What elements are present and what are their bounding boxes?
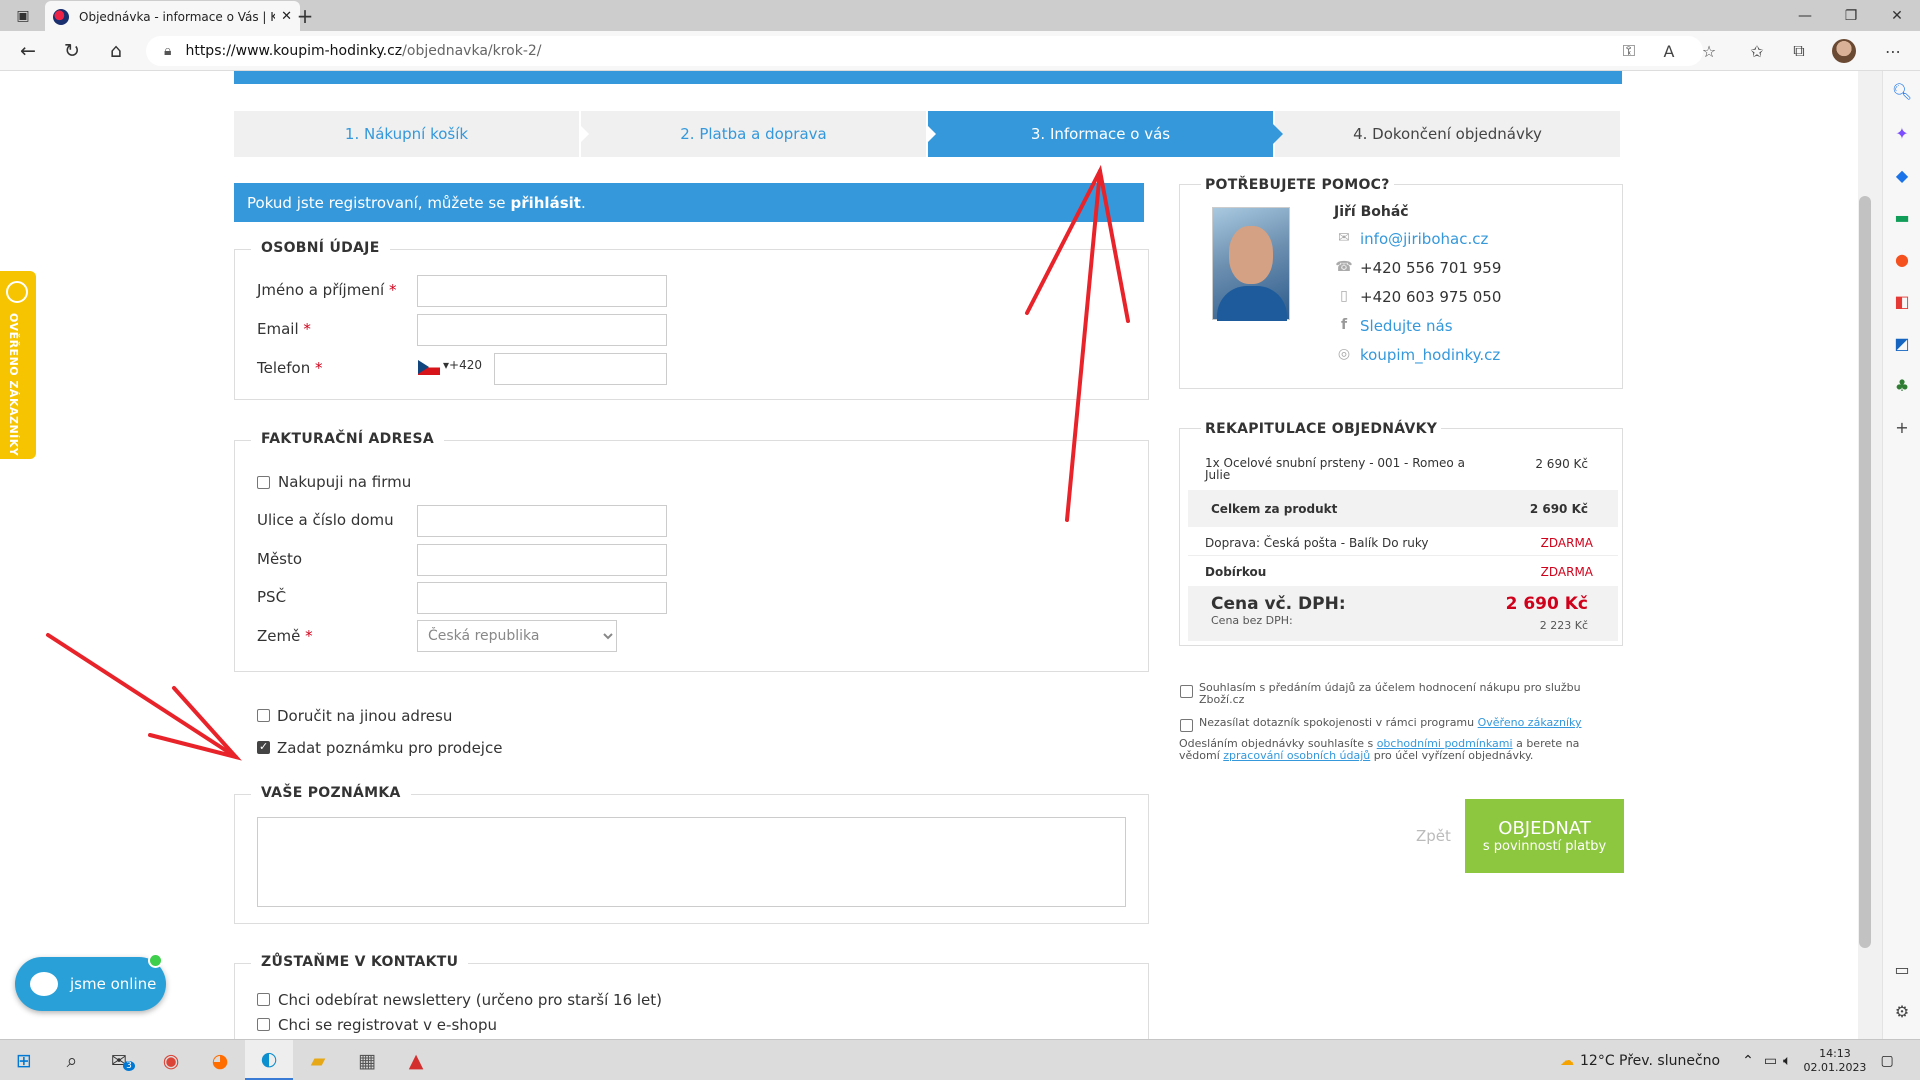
clock[interactable]: 14:13 02.01.2023	[1803, 1047, 1866, 1075]
site-favicon-icon	[53, 8, 69, 25]
more-menu-icon[interactable]: ⋯	[1876, 31, 1910, 71]
close-window-icon[interactable]: ✕	[1874, 0, 1920, 31]
system-tray: ☁ 12°C Přev. slunečno ⌃ ▭ 🔈︎ 14:13 02.01…	[1560, 1040, 1894, 1080]
games-icon[interactable]: ●	[1883, 244, 1920, 274]
mail-badge: 3	[123, 1060, 135, 1071]
annotation-arrow-note	[46, 633, 238, 759]
key-icon[interactable]: ⚿	[1612, 31, 1646, 71]
chat-widget[interactable]: jsme online	[15, 953, 166, 1011]
tab-title: Objednávka - informace o Vás | K	[79, 9, 276, 24]
network-icon[interactable]: ▭	[1764, 1053, 1777, 1069]
new-tab-icon[interactable]: +	[282, 0, 328, 31]
clock-date: 02.01.2023	[1803, 1060, 1867, 1074]
url-host: https://www.koupim-hodinky.cz	[185, 43, 403, 59]
clock-time: 14:13	[1819, 1046, 1851, 1060]
restore-icon[interactable]: ❐	[1828, 0, 1874, 31]
calculator-app-icon[interactable]: ▦	[343, 1040, 391, 1080]
verified-customers-badge[interactable]: OVĚŘENO ZÁKAZNÍKY	[0, 271, 36, 459]
collections-icon[interactable]: ⧉	[1782, 31, 1816, 71]
acrobat-app-icon[interactable]: ▲	[392, 1040, 440, 1080]
outlook-icon[interactable]: ◩	[1883, 328, 1920, 358]
chat-label: jsme online	[70, 975, 157, 993]
home-icon[interactable]: ⌂	[98, 31, 134, 71]
search-icon[interactable]: 🔍︎	[1883, 76, 1920, 106]
discover-icon[interactable]: ✦	[1883, 118, 1920, 148]
url-path: /objednavka/krok-2/	[402, 43, 542, 59]
chrome-app-icon[interactable]: ◉	[147, 1040, 195, 1080]
office-icon[interactable]: ◧	[1883, 286, 1920, 316]
favorites-icon[interactable]: ✩	[1740, 31, 1774, 71]
verified-seal-icon	[6, 281, 28, 303]
tree-icon[interactable]: ♣	[1883, 370, 1920, 400]
verified-badge-label: OVĚŘENO ZÁKAZNÍKY	[7, 313, 20, 457]
windows-taskbar: ⊞ ⌕ ✉ 3 ◉ ◕ ◐ ▰ ▦ ▲ ☁ 12°C Přev. slunečno…	[0, 1039, 1920, 1080]
sidebar-settings-icon[interactable]: ⚙	[1883, 996, 1920, 1026]
volume-icon[interactable]: 🔈︎	[1783, 1053, 1791, 1069]
chat-bubble-icon	[30, 972, 58, 996]
profile-avatar[interactable]	[1832, 39, 1856, 63]
mail-app-icon[interactable]: ✉ 3	[99, 1040, 147, 1080]
tools-icon[interactable]: ▬	[1883, 202, 1920, 232]
address-toolbar: ← ↻ ⌂ 🔒︎ https://www.koupim-hodinky.cz/o…	[0, 31, 1920, 71]
firefox-app-icon[interactable]: ◕	[196, 1040, 244, 1080]
online-indicator	[148, 953, 163, 968]
url-input[interactable]: 🔒︎ https://www.koupim-hodinky.cz/objedna…	[146, 36, 1703, 66]
refresh-icon[interactable]: ↻	[54, 31, 90, 71]
add-favorite-icon[interactable]: ☆	[1692, 31, 1726, 71]
add-sidebar-app-icon[interactable]: +	[1883, 412, 1920, 442]
edge-sidebar: 🔍︎ ✦ ◆ ▬ ● ◧ ◩ ♣ + ▭ ⚙	[1882, 71, 1920, 1039]
tray-chevron-icon[interactable]: ⌃	[1742, 1053, 1754, 1069]
tab-actions-icon[interactable]: ▣	[0, 0, 46, 31]
annotation-arrows	[46, 164, 1130, 761]
lock-icon[interactable]: 🔒︎	[164, 43, 171, 59]
shopping-icon[interactable]: ◆	[1883, 160, 1920, 190]
web-page: 1. Nákupní košík 2. Platba a doprava 3. …	[0, 71, 1858, 1039]
weather-text[interactable]: 12°C Přev. slunečno	[1580, 1053, 1720, 1069]
taskbar-search-icon[interactable]: ⌕	[48, 1040, 96, 1080]
start-icon[interactable]: ⊞	[0, 1040, 48, 1080]
notifications-icon[interactable]: ▢	[1880, 1053, 1893, 1069]
browser-tab[interactable]: Objednávka - informace o Vás | K ✕	[45, 1, 300, 32]
scrollbar-thumb[interactable]	[1859, 196, 1871, 948]
sidebar-layout-icon[interactable]: ▭	[1883, 954, 1920, 984]
weather-icon[interactable]: ☁	[1560, 1053, 1574, 1069]
browser-tab-strip: ▣ Objednávka - informace o Vás | K ✕ + —…	[0, 0, 1920, 32]
back-icon[interactable]: ←	[10, 31, 46, 71]
annotation-arrowhead-up	[1025, 164, 1130, 323]
edge-app-icon[interactable]: ◐	[245, 1040, 293, 1080]
minimize-icon[interactable]: —	[1782, 0, 1828, 31]
read-aloud-icon[interactable]: A	[1652, 31, 1686, 71]
file-explorer-icon[interactable]: ▰	[294, 1040, 342, 1080]
